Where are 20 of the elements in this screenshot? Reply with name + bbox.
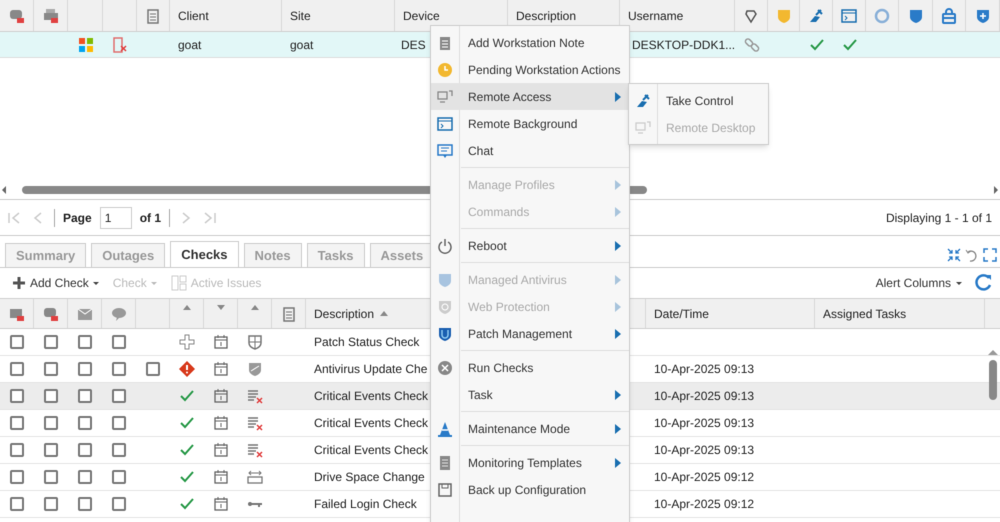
table-cell-text: 10-Apr-2025 09:13 <box>654 415 754 432</box>
page-count: of 1 <box>140 210 162 226</box>
table-cell-text: 10-Apr-2025 09:13 <box>654 361 754 378</box>
table-cell-text: Patch Status Check <box>314 334 420 351</box>
table-cell-text: Drive Space Change <box>314 469 425 486</box>
table-cell-text: Failed Login Check <box>314 496 417 513</box>
table-cell-text: goat <box>290 36 314 54</box>
table-cell-text: DESKTOP-DDK1... <box>632 36 736 54</box>
table-cell-text: 10-Apr-2025 09:13 <box>654 388 754 405</box>
table-cell-text: Critical Events Check <box>314 415 428 432</box>
table-cell-text: 10-Apr-2025 09:13 <box>654 442 754 459</box>
table-cell-text: 10-Apr-2025 09:12 <box>654 496 754 513</box>
table-cell-text: Critical Events Check <box>314 442 428 459</box>
table-cell-text: goat <box>178 36 202 54</box>
table-cell-text: DES <box>401 36 426 54</box>
table-cell-text: 10-Apr-2025 09:12 <box>654 469 754 486</box>
table-cell-text: Antivirus Update Che <box>314 361 428 378</box>
displaying-text: Displaying 1 - 1 of 1 <box>886 210 993 226</box>
table-cell-text: Critical Events Check <box>314 388 428 405</box>
page-label: Page <box>63 210 92 226</box>
